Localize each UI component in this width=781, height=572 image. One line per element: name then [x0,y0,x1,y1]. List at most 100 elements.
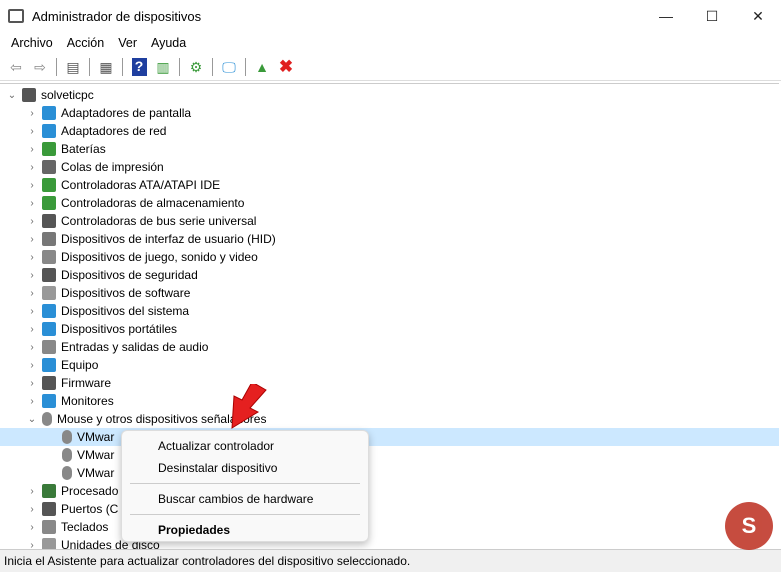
chevron-right-icon[interactable]: › [26,216,38,227]
category-label: Dispositivos de seguridad [61,268,198,282]
scan-hardware-icon[interactable]: 🖵 [219,57,239,77]
watermark-logo: S [725,502,773,550]
uninstall-device-icon[interactable]: ✖ [276,57,296,77]
vertical-scrollbar[interactable] [771,83,781,549]
show-hide-console-tree-icon[interactable]: ▤ [63,57,83,77]
tree-root[interactable]: ⌄ solveticpc [0,86,779,104]
chevron-right-icon[interactable]: › [26,360,38,371]
chevron-right-icon[interactable]: › [26,126,38,137]
tree-root-label: solveticpc [41,88,94,102]
mouse-icon [42,412,52,426]
menu-ayuda[interactable]: Ayuda [144,36,193,50]
category-label: Dispositivos de juego, sonido y video [61,250,258,264]
tree-category[interactable]: › Entradas y salidas de audio [0,338,779,356]
device-category-icon [42,250,56,264]
back-icon[interactable]: ⇦ [6,57,26,77]
chevron-down-icon[interactable]: ⌄ [26,414,38,425]
chevron-right-icon[interactable]: › [26,270,38,281]
device-category-icon [42,538,56,549]
device-category-icon [42,268,56,282]
tree-category[interactable]: › Monitores [0,392,779,410]
category-label: Firmware [61,376,111,390]
tree-category[interactable]: › Procesado [0,482,779,500]
menu-scan-hardware[interactable]: Buscar cambios de hardware [122,488,368,510]
tree-category[interactable]: › Adaptadores de red [0,122,779,140]
chevron-right-icon[interactable]: › [26,324,38,335]
menu-divider [130,514,360,515]
show-action-pane-icon[interactable]: ▥ [153,57,173,77]
category-label: Monitores [61,394,114,408]
category-label: Procesado [61,484,119,498]
chevron-right-icon[interactable]: › [26,288,38,299]
chevron-right-icon[interactable]: › [26,486,38,497]
chevron-right-icon[interactable]: › [26,396,38,407]
close-button[interactable]: ✕ [735,8,781,25]
tree-category[interactable]: › Unidades de disco [0,536,779,549]
update-driver-icon[interactable]: ⚙ [186,57,206,77]
chevron-right-icon[interactable]: › [26,180,38,191]
tree-category[interactable]: › Dispositivos de interfaz de usuario (HI… [0,230,779,248]
forward-icon[interactable]: ⇨ [30,57,50,77]
tree-category[interactable]: › Baterías [0,140,779,158]
menu-uninstall-device[interactable]: Desinstalar dispositivo [122,457,368,479]
chevron-right-icon[interactable]: › [26,342,38,353]
device-category-icon [42,160,56,174]
chevron-right-icon[interactable]: › [26,198,38,209]
tree-category[interactable]: › Adaptadores de pantalla [0,104,779,122]
menu-archivo[interactable]: Archivo [4,36,60,50]
menu-bar: Archivo Acción Ver Ayuda [0,32,781,54]
device-category-icon [42,322,56,336]
tree-category[interactable]: › Controladoras ATA/ATAPI IDE [0,176,779,194]
menu-update-driver[interactable]: Actualizar controlador [122,435,368,457]
tree-device[interactable]: VMwar [0,446,779,464]
chevron-right-icon[interactable]: › [26,252,38,263]
chevron-right-icon[interactable]: › [26,504,38,515]
chevron-right-icon[interactable]: › [26,234,38,245]
device-tree: ⌄ solveticpc › Adaptadores de pantalla › Ad… [0,83,779,549]
help-icon[interactable]: ? [129,57,149,77]
device-category-icon [42,340,56,354]
chevron-right-icon[interactable]: › [26,522,38,533]
menu-properties[interactable]: Propiedades [122,519,368,541]
enable-device-icon[interactable]: ▲ [252,57,272,77]
category-label: Controladoras de almacenamiento [61,196,245,210]
menu-ver[interactable]: Ver [111,36,144,50]
device-category-icon [42,484,56,498]
tree-category[interactable]: › Firmware [0,374,779,392]
device-category-icon [42,286,56,300]
device-category-icon [42,142,56,156]
tree-category[interactable]: › Colas de impresión [0,158,779,176]
device-label: VMwar [77,448,115,462]
computer-icon [22,88,36,102]
tree-category[interactable]: › Dispositivos de juego, sonido y video [0,248,779,266]
chevron-right-icon[interactable]: › [26,378,38,389]
chevron-right-icon[interactable]: › [26,108,38,119]
tree-category[interactable]: › Controladoras de almacenamiento [0,194,779,212]
tree-category-mouse[interactable]: ⌄ Mouse y otros dispositivos señaladores [0,410,779,428]
menu-accion[interactable]: Acción [60,36,112,50]
minimize-button[interactable]: — [643,8,689,25]
tree-category[interactable]: › Equipo [0,356,779,374]
chevron-right-icon[interactable]: › [26,306,38,317]
tree-device[interactable]: VMwar [0,464,779,482]
tree-category[interactable]: › Dispositivos de software [0,284,779,302]
device-category-icon [42,178,56,192]
chevron-down-icon[interactable]: ⌄ [6,90,18,101]
window-title: Administrador de dispositivos [32,8,202,24]
device-category-icon [42,358,56,372]
tree-category[interactable]: › Dispositivos del sistema [0,302,779,320]
category-label: Equipo [61,358,99,372]
maximize-button[interactable]: ☐ [689,8,735,25]
tree-category[interactable]: › Dispositivos portátiles [0,320,779,338]
properties-icon[interactable]: ▦ [96,57,116,77]
tree-category[interactable]: › Teclados [0,518,779,536]
chevron-right-icon[interactable]: › [26,162,38,173]
category-label: Colas de impresión [61,160,164,174]
chevron-right-icon[interactable]: › [26,540,38,550]
tree-device[interactable]: VMwar [0,428,779,446]
tree-category[interactable]: › Dispositivos de seguridad [0,266,779,284]
chevron-right-icon[interactable]: › [26,144,38,155]
category-label: Dispositivos del sistema [61,304,190,318]
tree-category[interactable]: › Controladoras de bus serie universal [0,212,779,230]
tree-category[interactable]: › Puertos (C [0,500,779,518]
